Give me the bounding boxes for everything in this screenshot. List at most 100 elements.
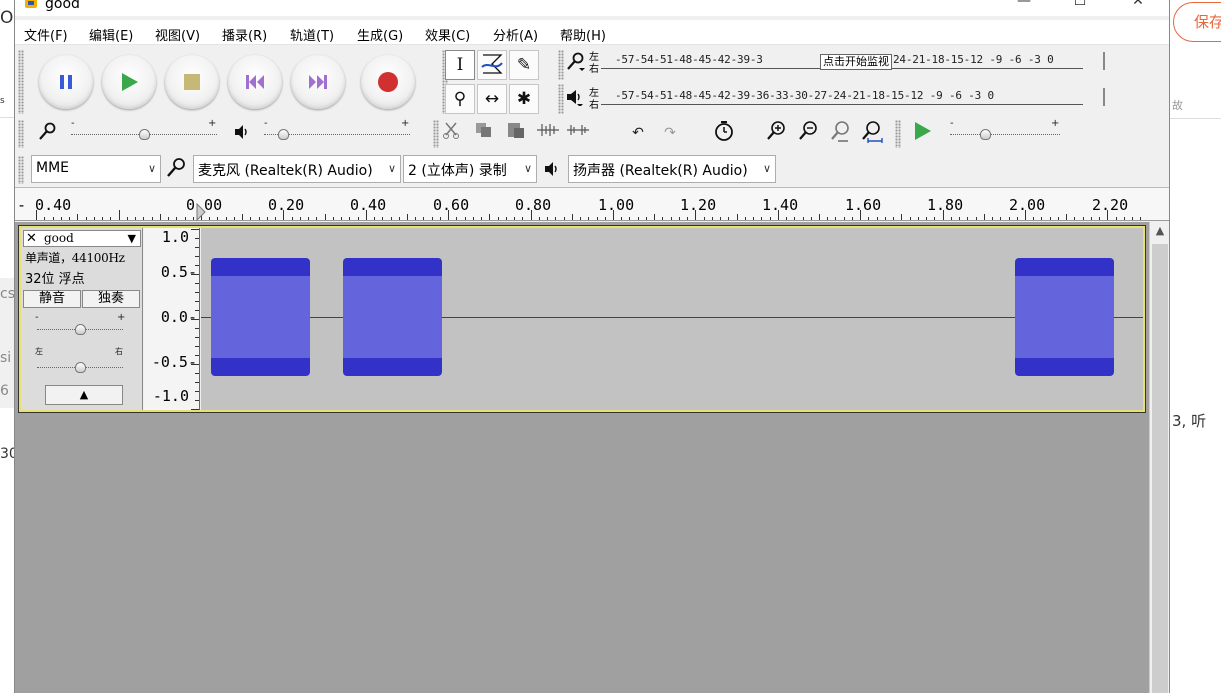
menu-edit[interactable]: 编辑(E) [89, 25, 133, 44]
toolbar-grip[interactable] [558, 84, 564, 114]
mute-button[interactable]: 静音 [23, 290, 81, 308]
background-text: O [0, 8, 14, 28]
menu-view[interactable]: 视图(V) [155, 25, 200, 44]
waveform-clip[interactable] [1015, 258, 1114, 376]
envelope-tool[interactable] [477, 50, 507, 80]
ruler-tick [407, 214, 408, 220]
paste-button[interactable] [503, 120, 529, 146]
slider-thumb[interactable] [75, 362, 86, 373]
cut-button[interactable] [439, 120, 465, 146]
menu-effect[interactable]: 效果(C) [425, 25, 470, 44]
track-name-bar[interactable]: ✕ good ▼ [23, 230, 141, 247]
silence-button[interactable] [565, 120, 591, 146]
slider-thumb[interactable] [278, 129, 289, 140]
ruler-tick [1009, 217, 1010, 220]
maximize-button[interactable]: ☐ [1057, 0, 1103, 14]
sync-lock-button[interactable] [711, 120, 737, 146]
multi-tool[interactable]: ✱ [509, 84, 539, 114]
ruler-tick [185, 217, 186, 220]
selection-tool[interactable]: I [445, 50, 475, 80]
copy-button[interactable] [471, 120, 497, 146]
menu-record[interactable]: 播录(R) [222, 25, 267, 44]
ruler-label: 0.60 [433, 196, 470, 214]
timeline-ruler[interactable]: - 0.40 0.00 0.20 0.40 0.60 0.80 1.00 1.2… [15, 187, 1169, 222]
amplitude-tick [195, 247, 199, 248]
record-meter[interactable]: 左 右 -57-54-51-48-45-42-39-3 24-21-18-15-… [565, 50, 1105, 75]
slider-thumb[interactable] [75, 324, 86, 335]
audio-host-select[interactable]: MME ∨ [31, 155, 161, 183]
ruler-label: 0.80 [515, 196, 552, 214]
toolbar-grip[interactable] [18, 50, 24, 114]
gain-slider[interactable] [37, 322, 123, 335]
zoom-tool-glyph: ⚲ [453, 89, 467, 109]
menu-file[interactable]: 文件(F) [24, 25, 68, 44]
toolbar-grip[interactable] [18, 120, 24, 148]
stop-button[interactable] [165, 55, 219, 109]
amplitude-ruler[interactable]: 1.0 0.5- 0.0- -0.5- -1.0 [144, 228, 200, 410]
waveform-clip[interactable] [343, 258, 442, 376]
solo-button[interactable]: 独奏 [82, 290, 140, 308]
toolbar-grip[interactable] [558, 50, 564, 80]
play-button[interactable] [102, 55, 156, 109]
skip-to-start-button[interactable] [228, 55, 282, 109]
play-at-speed-button[interactable] [909, 120, 935, 146]
background-save-button[interactable]: 保存 [1173, 2, 1221, 42]
track-panel[interactable]: ✕ good ▼ 单声道，44100Hz 32位 浮点 静音 独奏 - + 左 [15, 222, 1149, 693]
menu-analyze[interactable]: 分析(A) [493, 25, 538, 44]
fit-selection-button[interactable] [827, 120, 853, 146]
ruler-tick [432, 217, 433, 220]
zoom-in-button[interactable] [763, 120, 789, 146]
zoom-out-button[interactable] [795, 120, 821, 146]
amplitude-tick [195, 391, 199, 392]
ruler-tick [1050, 217, 1051, 220]
slider-thumb[interactable] [139, 129, 150, 140]
time-shift-tool[interactable]: ↔ [477, 84, 507, 114]
collapse-track-button[interactable]: ▲ [45, 385, 123, 405]
close-button[interactable]: ✕ [1115, 0, 1161, 14]
trim-button[interactable] [535, 120, 561, 146]
ruler-tick [547, 217, 548, 220]
play-speed-slider[interactable] [950, 127, 1060, 140]
menu-help[interactable]: 帮助(H) [560, 25, 606, 44]
channels-select[interactable]: 2 (立体声) 录制 ∨ [403, 155, 537, 183]
skip-to-end-button[interactable] [291, 55, 345, 109]
undo-button[interactable]: ↶ [625, 120, 651, 146]
draw-tool[interactable]: ✎ [509, 50, 539, 80]
scrollbar-thumb[interactable] [1152, 244, 1168, 693]
ruler-tick [349, 217, 350, 220]
toolbar-grip[interactable] [895, 120, 901, 148]
waveform-clip[interactable] [211, 258, 310, 376]
scroll-up-arrow[interactable]: ▲ [1150, 224, 1169, 242]
output-device-select[interactable]: 扬声器 (Realtek(R) Audio) ∨ [568, 155, 776, 183]
ruler-tick [366, 210, 367, 220]
track-name[interactable]: good [44, 231, 74, 246]
playback-volume-slider[interactable] [264, 127, 410, 140]
ruler-tick [646, 217, 647, 220]
fit-project-button[interactable] [859, 120, 885, 146]
vertical-scrollbar[interactable]: ▲ [1149, 222, 1169, 693]
track-close-button[interactable]: ✕ [26, 231, 40, 246]
menu-tracks[interactable]: 轨道(T) [290, 25, 334, 44]
pause-button[interactable] [39, 55, 93, 109]
zoom-tool[interactable]: ⚲ [445, 84, 475, 114]
ruler-tick [926, 217, 927, 220]
track-menu-arrow-icon[interactable]: ▼ [128, 231, 136, 246]
slider-thumb[interactable] [980, 129, 991, 140]
ruler-tick [827, 217, 828, 220]
menu-generate[interactable]: 生成(G) [357, 25, 403, 44]
minimize-button[interactable]: — [1001, 0, 1047, 14]
amplitude-tick [191, 274, 199, 275]
waveform-display[interactable] [201, 228, 1143, 410]
record-volume-slider[interactable] [71, 127, 217, 140]
input-device-select[interactable]: 麦克风 (Realtek(R) Audio) ∨ [193, 155, 401, 183]
record-button[interactable] [361, 55, 415, 109]
toolbar-grip[interactable] [18, 156, 24, 184]
audio-track[interactable]: ✕ good ▼ 单声道，44100Hz 32位 浮点 静音 独奏 - + 左 [19, 226, 1145, 412]
redo-button[interactable]: ↷ [657, 120, 683, 146]
speaker-icon [567, 90, 583, 106]
ruler-tick [852, 217, 853, 220]
playback-meter[interactable]: 左 右 -57-54-51-48-45-42-39-36-33-30-27-24… [565, 86, 1105, 111]
pan-slider[interactable] [37, 360, 123, 373]
monitor-tooltip[interactable]: 点击开始监视 [820, 54, 892, 70]
ruler-tick [934, 217, 935, 220]
